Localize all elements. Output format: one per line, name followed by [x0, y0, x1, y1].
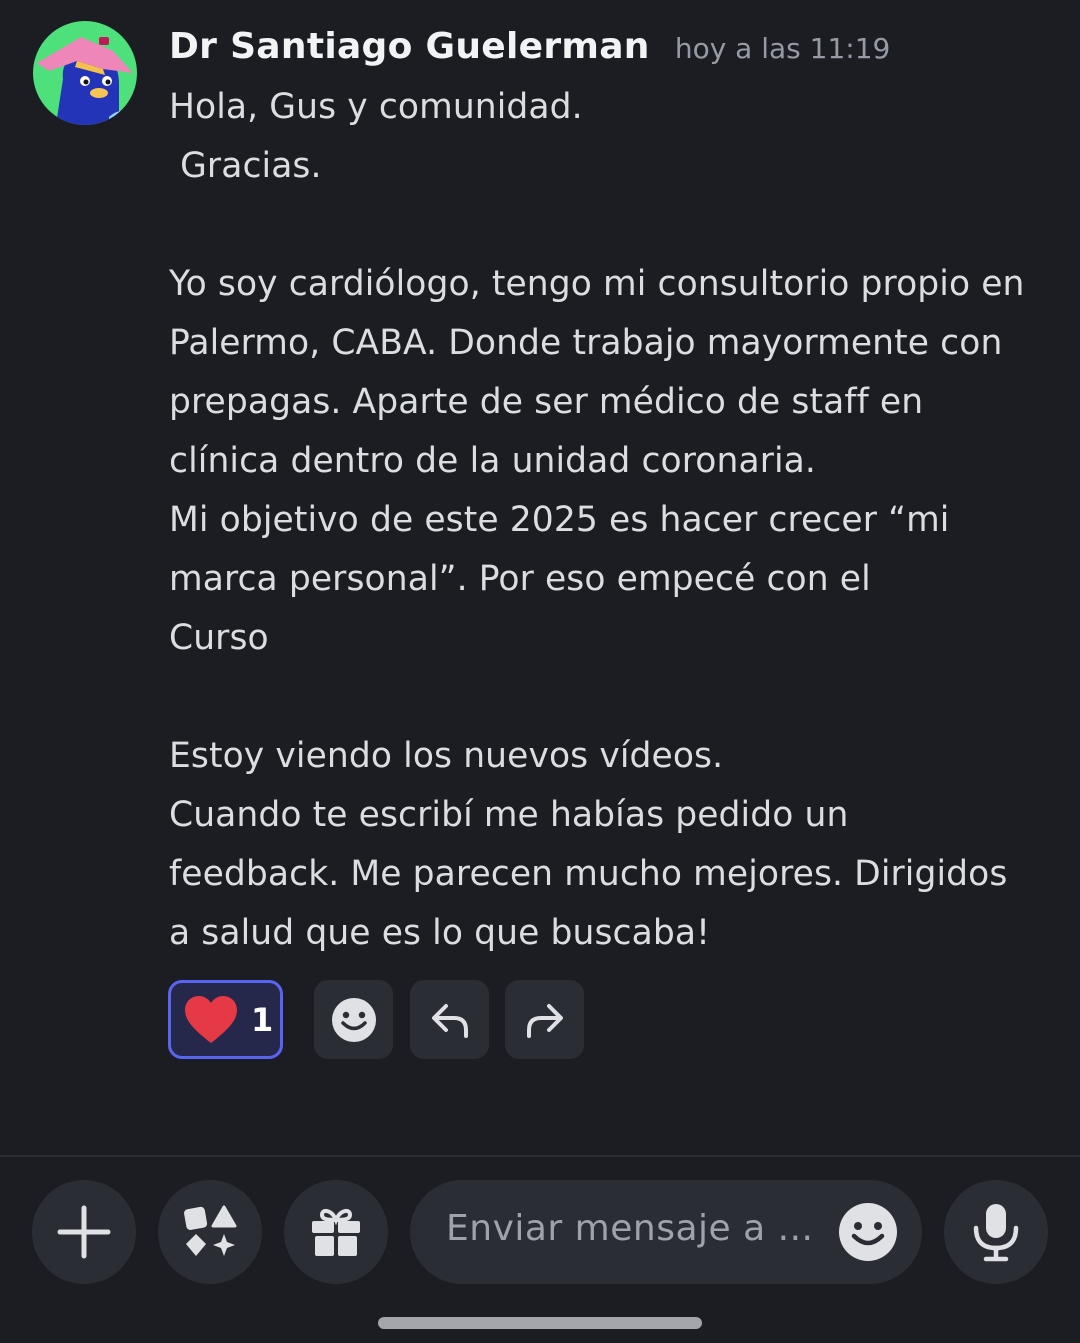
- message-input-placeholder: Enviar mensaje a ...: [446, 1208, 814, 1249]
- attach-button[interactable]: [32, 1180, 136, 1284]
- avatar-illustration-icon: [33, 21, 137, 125]
- apps-shapes-icon: [184, 1205, 237, 1256]
- message-composer: Enviar mensaje a ...: [0, 1180, 1080, 1284]
- reply-arrow-icon: [431, 1003, 468, 1038]
- home-indicator-bar[interactable]: [378, 1317, 702, 1329]
- reaction-count: 1: [251, 1000, 274, 1039]
- message-timestamp: hoy a las 11:19: [674, 32, 891, 65]
- microphone-icon: [973, 1204, 1019, 1262]
- apps-button[interactable]: [158, 1180, 262, 1284]
- plus-icon: [57, 1205, 111, 1259]
- gift-button[interactable]: [284, 1180, 388, 1284]
- heart-reaction-button[interactable]: 1: [168, 980, 283, 1059]
- heart-icon: [185, 995, 237, 1043]
- add-reaction-button[interactable]: [314, 980, 393, 1059]
- reply-button[interactable]: [410, 980, 489, 1059]
- composer-divider: [0, 1155, 1080, 1157]
- emoji-picker-smiley-icon[interactable]: [838, 1202, 898, 1262]
- forward-arrow-icon: [526, 1003, 563, 1038]
- message-input[interactable]: Enviar mensaje a ...: [410, 1180, 922, 1284]
- gift-icon: [312, 1208, 360, 1256]
- message-body: Hola, Gus y comunidad. Gracias. Yo soy c…: [169, 87, 1025, 953]
- voice-message-button[interactable]: [944, 1180, 1048, 1284]
- user-avatar[interactable]: [33, 21, 137, 125]
- forward-button[interactable]: [505, 980, 584, 1059]
- message-header: Dr Santiago Guelerman hoy a las 11:19: [169, 26, 890, 67]
- smiley-icon: [331, 997, 376, 1042]
- author-name[interactable]: Dr Santiago Guelerman: [169, 26, 650, 67]
